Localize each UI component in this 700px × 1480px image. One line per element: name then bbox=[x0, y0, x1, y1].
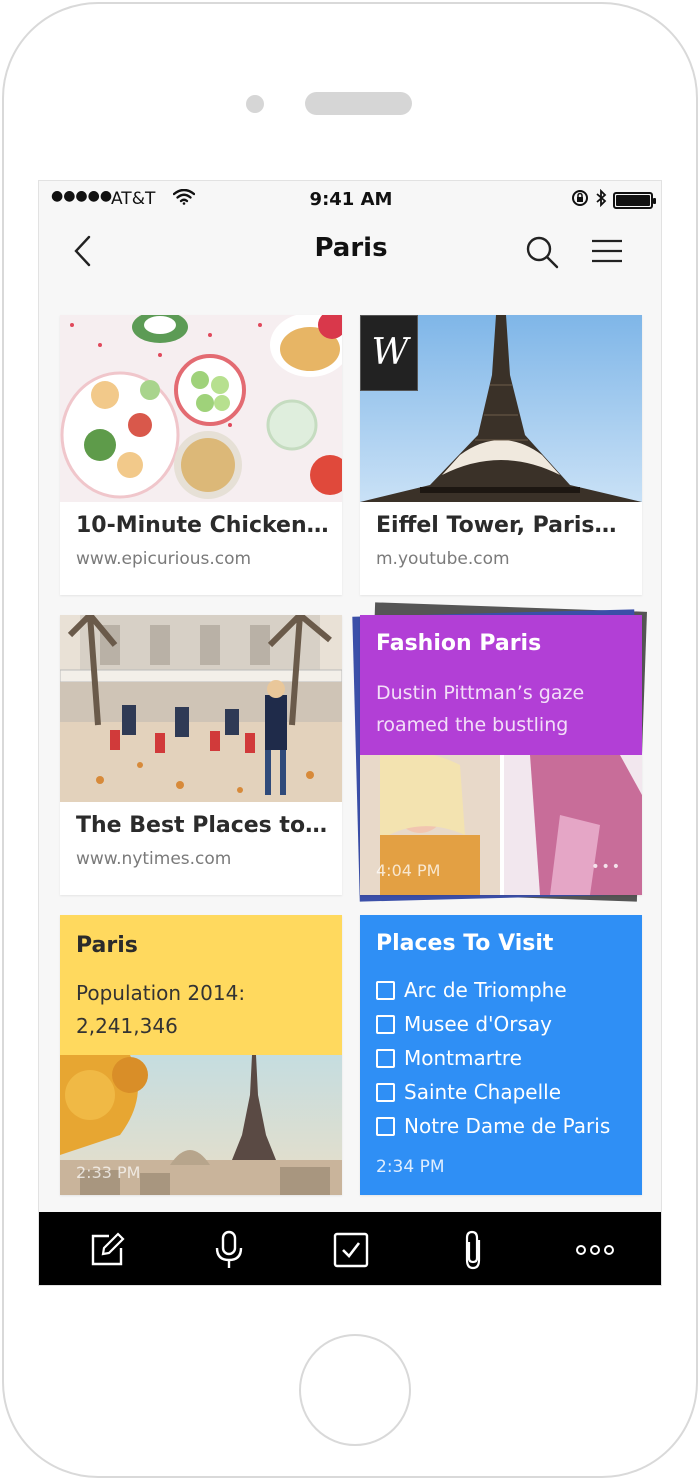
checklist-item-label: Notre Dame de Paris bbox=[404, 1114, 611, 1138]
unchecked-box-icon[interactable] bbox=[376, 1116, 395, 1136]
earpiece-speaker bbox=[305, 92, 412, 115]
card-title: Fashion Paris bbox=[376, 631, 542, 656]
more-icon[interactable] bbox=[575, 1230, 615, 1270]
rotation-lock-icon bbox=[571, 189, 589, 212]
card-timestamp: 4:04 PM bbox=[376, 861, 441, 880]
clock: 9:41 AM bbox=[309, 189, 393, 210]
paris-note-card[interactable]: Paris Population 2014: 2,241,346 2:33 PM bbox=[60, 915, 342, 1195]
card-body: Population 2014: 2,241,346 bbox=[76, 981, 246, 1038]
more-icon[interactable]: ••• bbox=[591, 859, 622, 875]
card-timestamp: 2:34 PM bbox=[376, 1157, 445, 1177]
bluetooth-icon bbox=[595, 188, 607, 212]
bottom-toolbar bbox=[39, 1212, 661, 1285]
paperclip-icon[interactable] bbox=[453, 1230, 493, 1270]
unchecked-box-icon[interactable] bbox=[376, 1048, 395, 1068]
fashion-card-stack[interactable]: Fashion Paris Dustin Pittman’s gaze roam… bbox=[352, 602, 650, 903]
compose-icon[interactable] bbox=[87, 1230, 127, 1270]
recipe-food-image bbox=[60, 315, 342, 502]
card-title: Eiffel Tower, Paris… bbox=[376, 513, 617, 538]
card-url: www.nytimes.com bbox=[76, 849, 232, 869]
page-title: Paris bbox=[314, 233, 388, 263]
home-button[interactable] bbox=[299, 1334, 411, 1446]
places-checklist-card[interactable]: Places To Visit Arc de Triomphe Musee d'O… bbox=[360, 915, 642, 1195]
unchecked-box-icon[interactable] bbox=[376, 1082, 395, 1102]
wikipedia-badge: W bbox=[360, 315, 418, 391]
checklist-item-label: Musee d'Orsay bbox=[404, 1012, 552, 1036]
card-body: Dustin Pittman’s gaze roamed the bustlin… bbox=[376, 682, 585, 736]
card-title: The Best Places to… bbox=[76, 813, 328, 838]
checklist: Arc de Triomphe Musee d'Orsay Montmartre Sa… bbox=[376, 973, 610, 1143]
card-url: m.youtube.com bbox=[376, 549, 510, 569]
card-timestamp: 2:33 PM bbox=[76, 1163, 141, 1182]
status-bar: ●●●●● AT&T 9:41 AM bbox=[39, 181, 661, 219]
search-icon[interactable] bbox=[523, 233, 563, 273]
microphone-icon[interactable] bbox=[209, 1230, 249, 1270]
checklist-item[interactable]: Arc de Triomphe bbox=[376, 973, 610, 1007]
battery-icon bbox=[613, 192, 656, 209]
checkbox-icon[interactable] bbox=[331, 1230, 371, 1270]
checklist-item-label: Sainte Chapelle bbox=[404, 1080, 562, 1104]
checklist-item[interactable]: Montmartre bbox=[376, 1041, 610, 1075]
unchecked-box-icon[interactable] bbox=[376, 1014, 395, 1034]
card-title: Paris bbox=[76, 933, 138, 958]
cafe-illustration-image bbox=[60, 615, 342, 802]
navigation-bar: Paris bbox=[39, 219, 661, 283]
checklist-item[interactable]: Sainte Chapelle bbox=[376, 1075, 610, 1109]
front-camera bbox=[246, 95, 264, 113]
card-title: 10-Minute Chicken… bbox=[76, 513, 329, 538]
checklist-item-label: Montmartre bbox=[404, 1046, 522, 1070]
checklist-item[interactable]: Notre Dame de Paris bbox=[376, 1109, 610, 1143]
unchecked-box-icon[interactable] bbox=[376, 980, 395, 1000]
recipe-card[interactable]: 10-Minute Chicken… www.epicurious.com bbox=[60, 315, 342, 595]
app-screen: ●●●●● AT&T 9:41 AM Paris 10-Minute Chick… bbox=[38, 180, 662, 1286]
checklist-item-label: Arc de Triomphe bbox=[404, 978, 567, 1002]
hamburger-menu-icon[interactable] bbox=[589, 237, 625, 267]
card-title: Places To Visit bbox=[376, 931, 554, 956]
fashion-card[interactable]: Fashion Paris Dustin Pittman’s gaze roam… bbox=[360, 615, 642, 895]
card-url: www.epicurious.com bbox=[76, 549, 252, 569]
checklist-item[interactable]: Musee d'Orsay bbox=[376, 1007, 610, 1041]
nytimes-card[interactable]: The Best Places to… www.nytimes.com bbox=[60, 615, 342, 895]
eiffel-video-card[interactable]: W Eiffel Tower, Paris… m.youtube.com bbox=[360, 315, 642, 595]
